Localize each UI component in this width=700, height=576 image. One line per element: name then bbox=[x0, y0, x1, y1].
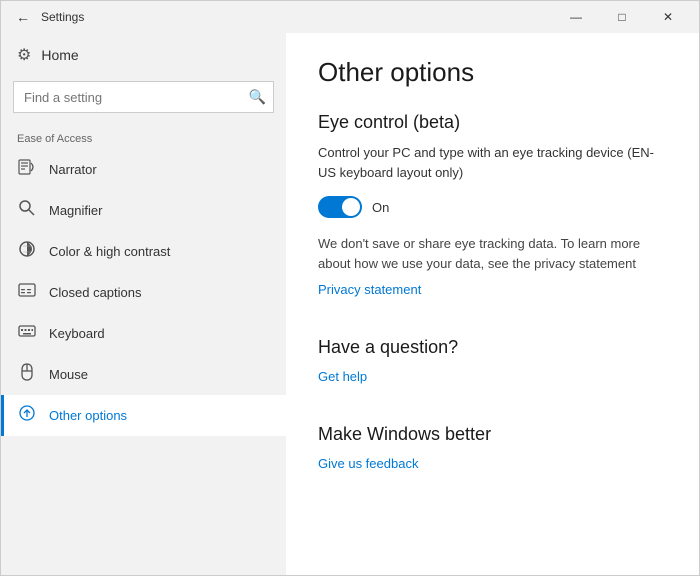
sidebar-item-label-mouse: Mouse bbox=[49, 367, 88, 382]
sidebar-item-label-color-contrast: Color & high contrast bbox=[49, 244, 170, 259]
sidebar-item-label-narrator: Narrator bbox=[49, 162, 97, 177]
magnifier-icon bbox=[17, 199, 37, 222]
sidebar-item-other-options[interactable]: Other options bbox=[1, 395, 286, 436]
sidebar-item-label-magnifier: Magnifier bbox=[49, 203, 102, 218]
sidebar-item-narrator[interactable]: Narrator bbox=[1, 149, 286, 190]
eye-control-description: Control your PC and type with an eye tra… bbox=[318, 143, 667, 182]
search-input[interactable] bbox=[13, 81, 274, 113]
sidebar-item-magnifier[interactable]: Magnifier bbox=[1, 190, 286, 231]
sidebar-item-mouse[interactable]: Mouse bbox=[1, 354, 286, 395]
search-box: 🔍 bbox=[13, 81, 274, 113]
sidebar-item-label-captions: Closed captions bbox=[49, 285, 142, 300]
color-contrast-icon bbox=[17, 240, 37, 263]
give-feedback-link[interactable]: Give us feedback bbox=[318, 456, 418, 471]
toggle-knob bbox=[342, 198, 360, 216]
sidebar-item-label-other-options: Other options bbox=[49, 408, 127, 423]
sidebar-item-label-keyboard: Keyboard bbox=[49, 326, 105, 341]
minimize-button[interactable]: — bbox=[553, 1, 599, 33]
privacy-note: We don't save or share eye tracking data… bbox=[318, 234, 667, 273]
sidebar-home[interactable]: ⚙ Home bbox=[1, 33, 286, 77]
mouse-icon bbox=[17, 363, 37, 386]
window: ← Settings — □ ✕ ⚙ Home 🔍 Ease of Access bbox=[0, 0, 700, 576]
titlebar: ← Settings — □ ✕ bbox=[1, 1, 699, 33]
other-options-icon bbox=[17, 404, 37, 427]
content-area: ⚙ Home 🔍 Ease of Access bbox=[1, 33, 699, 575]
narrator-icon bbox=[17, 158, 37, 181]
back-button[interactable]: ← bbox=[9, 3, 37, 31]
sidebar-item-closed-captions[interactable]: Closed captions bbox=[1, 272, 286, 313]
sidebar: ⚙ Home 🔍 Ease of Access bbox=[1, 33, 286, 575]
sidebar-home-label: Home bbox=[41, 47, 78, 63]
eye-control-toggle[interactable] bbox=[318, 196, 362, 218]
window-controls: — □ ✕ bbox=[553, 1, 691, 33]
window-title: Settings bbox=[41, 10, 553, 24]
eye-control-heading: Eye control (beta) bbox=[318, 112, 667, 133]
home-icon: ⚙ bbox=[17, 45, 31, 65]
sidebar-item-keyboard[interactable]: Keyboard bbox=[1, 313, 286, 354]
privacy-statement-link[interactable]: Privacy statement bbox=[318, 282, 421, 297]
close-button[interactable]: ✕ bbox=[645, 1, 691, 33]
keyboard-icon bbox=[17, 322, 37, 345]
get-help-link[interactable]: Get help bbox=[318, 369, 367, 384]
sidebar-item-color-contrast[interactable]: Color & high contrast bbox=[1, 231, 286, 272]
eye-control-toggle-label: On bbox=[372, 200, 389, 215]
closed-captions-icon bbox=[17, 281, 37, 304]
eye-control-toggle-row: On bbox=[318, 196, 667, 218]
sidebar-section-label: Ease of Access bbox=[1, 125, 286, 149]
windows-better-heading: Make Windows better bbox=[318, 424, 667, 445]
main-content: Other options Eye control (beta) Control… bbox=[286, 33, 699, 575]
page-title: Other options bbox=[318, 57, 667, 88]
question-heading: Have a question? bbox=[318, 337, 667, 358]
maximize-button[interactable]: □ bbox=[599, 1, 645, 33]
